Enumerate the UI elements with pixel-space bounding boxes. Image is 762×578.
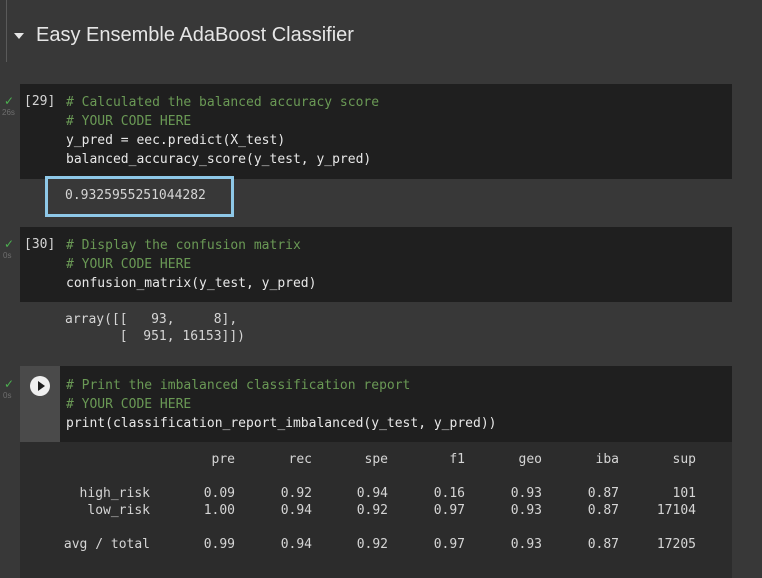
report-cell: 0.97 [433,503,465,518]
report-cell: 0.93 [510,503,542,518]
report-cell: 17104 [656,503,696,518]
report-header: sup [672,452,696,467]
cell-output: 0.9325955251044282 [65,188,206,203]
code-line: balanced_accuracy_score(y_test, y_pred) [66,152,372,167]
report-cell: 0.09 [203,486,235,501]
report-cell: 0.93 [510,537,542,552]
code-line: y_pred = eec.predict(X_test) [66,133,286,148]
cell-output-line: [ 951, 16153]]) [65,329,246,344]
report-cell: 101 [672,486,696,501]
report-cell: 0.92 [356,537,388,552]
report-cell: 0.87 [587,537,619,552]
report-cell: 0.97 [433,537,465,552]
check-icon: ✓ [4,377,15,391]
section-left-rule [6,0,7,62]
report-cell: 0.94 [356,486,388,501]
check-icon: ✓ [4,94,15,108]
report-cell: 0.94 [280,503,312,518]
report-cell: 0.87 [587,486,619,501]
section-title[interactable]: Easy Ensemble AdaBoost Classifier [36,24,354,47]
report-cell: 0.99 [203,537,235,552]
code-line: confusion_matrix(y_test, y_pred) [66,276,317,291]
exec-count: [30] [24,237,56,252]
report-cell: 17205 [656,537,696,552]
play-circle-icon[interactable] [30,376,50,396]
report-row-label: avg / total [63,537,150,552]
report-header: geo [518,452,542,467]
report-cell: 0.87 [587,503,619,518]
caret-down-icon[interactable] [14,33,24,39]
exec-time: 26s [2,108,15,117]
cell-output-line: array([[ 93, 8], [65,312,238,327]
exec-count: [29] [24,94,56,109]
code-line: # YOUR CODE HERE [66,114,192,129]
report-header: f1 [449,452,465,467]
report-row-label: low_risk [87,503,150,518]
report-row-label: high_risk [79,486,150,501]
code-line: # YOUR CODE HERE [66,257,192,272]
code-line: # YOUR CODE HERE [66,397,192,412]
report-cell: 0.93 [510,486,542,501]
report-cell: 0.94 [280,537,312,552]
code-line: # Display the confusion matrix [66,238,301,253]
exec-time: 0s [3,251,12,260]
report-cell: 0.92 [356,503,388,518]
report-cell: 1.00 [203,503,235,518]
report-cell: 0.16 [433,486,465,501]
exec-time: 0s [3,391,12,400]
report-header: pre [211,452,235,467]
report-header: iba [595,452,619,467]
code-line: # Print the imbalanced classification re… [66,378,411,393]
report-header: rec [288,452,312,467]
code-line: print(classification_report_imbalanced(y… [66,416,497,431]
report-cell: 0.92 [280,486,312,501]
check-icon: ✓ [4,237,15,251]
code-line: # Calculated the balanced accuracy score [66,95,380,110]
report-header: spe [364,452,388,467]
